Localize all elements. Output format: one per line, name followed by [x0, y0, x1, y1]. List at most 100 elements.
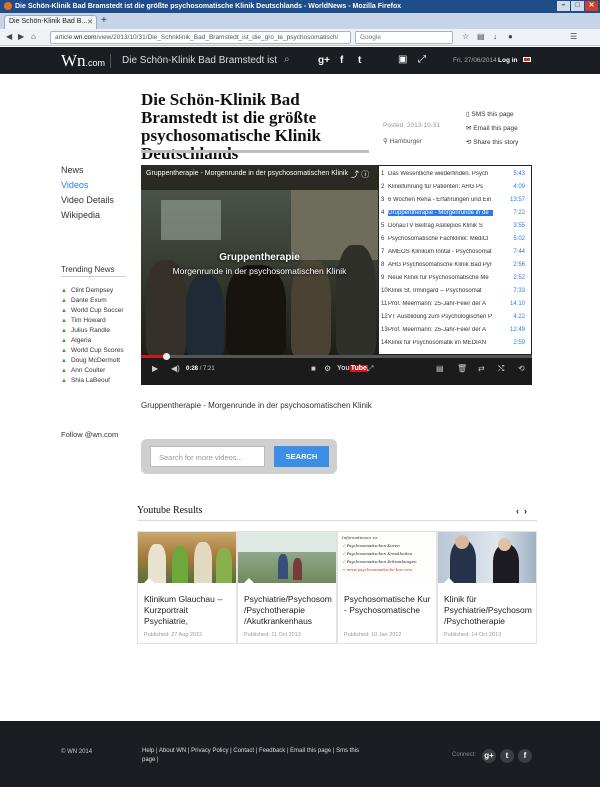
- playlist-item[interactable]: 6 Psychosomatische Fachklinik: MediCl 5:02: [379, 233, 531, 246]
- nav-videos[interactable]: Videos: [61, 180, 114, 190]
- youtube-card[interactable]: Klinik für Psychiatrie/Psychosom /Psycho…: [437, 531, 537, 644]
- playlist-item[interactable]: 11 Prof. Meermann: 25-Jahr-Feier der A 14:…: [379, 298, 531, 311]
- progress-track[interactable]: [141, 355, 532, 358]
- close-tab-icon[interactable]: ✕: [87, 18, 93, 26]
- nav-video-details[interactable]: Video Details: [61, 195, 114, 205]
- youtube-card[interactable]: Informationen zu: ✓ Psychosomatischen Ku…: [337, 531, 437, 644]
- chevron-left-icon[interactable]: ‹: [516, 506, 519, 516]
- trending-item-label: World Cup Scores: [70, 347, 124, 354]
- menu-icon[interactable]: ☰: [570, 32, 577, 41]
- thumb-text-line: ✓ Psychosomatischen Erkrankungen: [342, 558, 432, 566]
- shuffle-icon[interactable]: ⤭: [498, 364, 504, 374]
- trending-item[interactable]: ▲ Doug McDermott: [61, 357, 124, 367]
- home-icon[interactable]: ⌂: [31, 32, 36, 41]
- minimize-button[interactable]: –: [557, 1, 570, 11]
- video-player[interactable]: Gruppentherapie - Morgenrunde in der psy…: [141, 165, 532, 385]
- forward-icon[interactable]: ▶: [18, 32, 24, 41]
- nav-wikipedia[interactable]: Wikipedia: [61, 210, 114, 220]
- facebook-icon[interactable]: f: [518, 749, 532, 763]
- share-story-link[interactable]: ⟲ Share this story: [466, 138, 518, 146]
- playlist-item[interactable]: 2 Klinikführung für Patienten: AHG Ps 4:09: [379, 181, 531, 194]
- card-title[interactable]: Psychiatrie/Psychosom /Psychotherapie /A…: [244, 594, 334, 627]
- trending-item[interactable]: ▲ World Cup Scores: [61, 347, 124, 357]
- url-bar[interactable]: article.wn.com/view/2013/10/31/Die_Schnk…: [50, 31, 351, 44]
- back-icon[interactable]: ◀: [6, 32, 12, 41]
- new-tab-button[interactable]: +: [101, 15, 107, 26]
- trash-icon[interactable]: 🗑: [457, 364, 467, 373]
- bookmark-star-icon[interactable]: ☆: [462, 32, 469, 41]
- playlist-item[interactable]: 5 DonauTV Beitrag Asklepios Klinik S 3:55: [379, 220, 531, 233]
- media-icon[interactable]: ▣: [398, 54, 407, 65]
- video-caption: Gruppentherapie - Morgenrunde in der psy…: [141, 401, 372, 410]
- footer-links[interactable]: Help | About WN | Privacy Policy | Conta…: [142, 747, 372, 765]
- trending-item[interactable]: ▲ Algeria: [61, 337, 124, 347]
- subtitles-icon[interactable]: ■: [311, 364, 316, 373]
- trending-item[interactable]: ▲ Tim Howard: [61, 317, 124, 327]
- email-share-link[interactable]: ✉ Email this page: [466, 124, 518, 132]
- download-icon[interactable]: ↓: [493, 32, 497, 41]
- trending-item[interactable]: ▲ Julius Randle: [61, 327, 124, 337]
- connect-label: Connect:: [452, 752, 477, 758]
- card-title[interactable]: Klinikum Glauchau -- Kurzportrait Psychi…: [144, 594, 234, 627]
- site-logo[interactable]: Wn.com: [61, 51, 105, 71]
- repeat-icon[interactable]: ⟲: [518, 364, 525, 373]
- playlist-item[interactable]: 10 Klinik St. Irmingard -- Psychosomat 7:3…: [379, 285, 531, 298]
- playlist-item[interactable]: 36 Wochen Reha - Erfahrungen und Ein 13:5…: [379, 194, 531, 207]
- google-plus-icon[interactable]: g+: [482, 749, 496, 763]
- fullscreen-icon[interactable]: ⤢: [367, 364, 373, 374]
- playlist-item-title: Prof. Meermann: 25-Jahr-Feier der A: [388, 301, 487, 307]
- playlist-item[interactable]: 1 Das Wesentliche wiederfinden. Psych 5:43: [379, 168, 531, 181]
- video-frame[interactable]: Gruppentherapie - Morgenrunde in der psy…: [141, 165, 378, 355]
- youtube-card[interactable]: Klinikum Glauchau -- Kurzportrait Psychi…: [137, 531, 237, 644]
- card-thumbnail: [438, 532, 536, 583]
- youtube-card[interactable]: Psychiatrie/Psychosom /Psychotherapie /A…: [237, 531, 337, 644]
- playlist-item-duration: 7:22: [513, 210, 525, 216]
- playlist-icon[interactable]: ▤: [436, 364, 444, 373]
- playlist-item[interactable]: 12 VT Ausbildung zum Psychologischen P 4:2…: [379, 311, 531, 324]
- youtube-logo[interactable]: YouTube: [337, 365, 368, 372]
- trending-item[interactable]: ▲ World Cup Soccer: [61, 307, 124, 317]
- trending-item[interactable]: ▲ Ann Coulter: [61, 367, 124, 377]
- browser-tab[interactable]: Die Schön-Klinik Bad B... ✕: [4, 15, 97, 29]
- playlist-item[interactable]: 8 AHG Psychosomatische Klinik Bad Pyr 2:56: [379, 259, 531, 272]
- trending-item[interactable]: ▲ Clint Dempsey: [61, 287, 124, 297]
- bookmarks-icon[interactable]: ▤: [477, 32, 485, 41]
- search-icon[interactable]: ⌕: [284, 54, 290, 65]
- playlist-item[interactable]: 7 AMEOS Klinikum Inntal - Psychosomat 7:44: [379, 246, 531, 259]
- nav-news[interactable]: News: [61, 165, 114, 175]
- trending-item-label: Shia LaBeouf: [70, 377, 110, 384]
- follow-link[interactable]: Follow @wn.com: [61, 430, 118, 439]
- facebook-icon[interactable]: f: [340, 55, 343, 66]
- info-icon[interactable]: ⓘ: [361, 170, 369, 179]
- trending-item[interactable]: ▲ Shia LaBeouf: [61, 377, 124, 387]
- trending-item[interactable]: ▲ Dante Exum: [61, 297, 124, 307]
- card-title[interactable]: Klinik für Psychiatrie/Psychosom /Psycho…: [444, 594, 534, 627]
- more-videos-input[interactable]: Search for more videos...: [150, 446, 265, 467]
- browser-search-input[interactable]: Google: [355, 31, 453, 44]
- playlist-item[interactable]: 14 Klinik für Psychosomatik im MEDIAN 2:59: [379, 337, 531, 350]
- settings-gear-icon[interactable]: ⚙: [324, 364, 331, 373]
- playlist-item[interactable]: 13 Prof. Meermann: 25-Jahr-Feier der A 12:…: [379, 324, 531, 337]
- addon-icon[interactable]: ●: [508, 32, 513, 41]
- close-window-button[interactable]: ✕: [585, 1, 598, 11]
- share-icon[interactable]: ⤴: [351, 170, 359, 179]
- google-plus-icon[interactable]: g+: [318, 55, 330, 66]
- login-link[interactable]: Log in: [498, 57, 518, 64]
- fullscreen-icon[interactable]: ⤢: [418, 54, 426, 65]
- volume-icon[interactable]: ◀): [171, 364, 180, 373]
- search-button[interactable]: SEARCH: [274, 446, 329, 467]
- chevron-right-icon[interactable]: ›: [524, 506, 527, 516]
- language-flag-icon[interactable]: [523, 57, 531, 62]
- card-title[interactable]: Psychosomatische Kur - Psychosomatische: [344, 594, 434, 627]
- playlist-item[interactable]: 9 Neue Klinik für Psychosomatische Me 2:52: [379, 272, 531, 285]
- playlist-item-duration: 7:44: [513, 249, 525, 255]
- play-icon[interactable]: ▶: [152, 364, 158, 373]
- twitter-icon[interactable]: t: [500, 749, 514, 763]
- progress-handle[interactable]: [163, 353, 170, 360]
- playlist-item[interactable]: 4 Gruppentherapie - Morgenrunde in de 7:22: [379, 207, 531, 220]
- maximize-button[interactable]: □: [571, 1, 584, 11]
- loop-icon[interactable]: ⇄: [478, 364, 485, 373]
- sms-share-link[interactable]: ▯ SMS this page: [466, 110, 518, 118]
- twitter-icon[interactable]: t: [358, 55, 361, 66]
- title-divider: [141, 150, 369, 153]
